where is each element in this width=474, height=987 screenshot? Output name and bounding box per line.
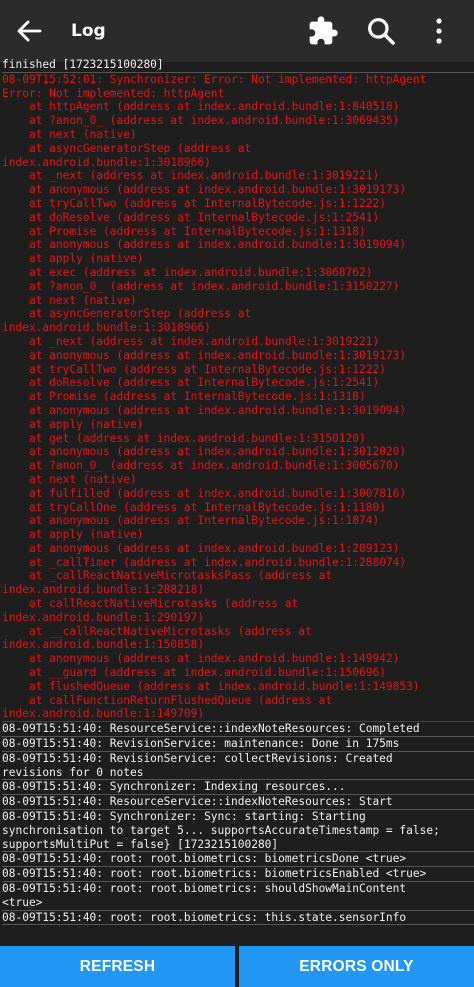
log-entry: 08-09T15:51:40: ResourceService::indexNo… [2,795,474,811]
arrow-left-icon [17,20,42,42]
log-entry: 08-09T15:51:40: root: root.biometrics: s… [2,882,474,911]
refresh-button[interactable]: REFRESH [0,946,235,987]
log-entry: 08-09T15:51:40: ResourceService::indexNo… [2,722,474,738]
puzzle-icon [309,16,338,45]
app-bar-actions [294,0,468,62]
log-entry-error: 08-09T15:52:01: Synchronizer: Error: Not… [2,73,474,723]
search-icon [368,18,395,45]
log-entry: 08-09T15:51:40: Synchronizer: Indexing r… [2,780,474,796]
back-button[interactable] [5,0,53,62]
app-bar: Log [0,0,474,62]
log-entry: 08-09T15:51:40: Synchronizer: Sync: star… [2,810,474,853]
page-title: Log [71,21,106,41]
log-entry: 08-09T15:51:40: root: root.biometrics: b… [2,867,474,883]
more-vertical-icon [436,18,442,44]
log-entry: 08-09T15:51:40: RevisionService: mainten… [2,737,474,752]
log-entry: finished [1723215100280] [2,58,474,73]
search-button[interactable] [352,0,410,62]
footer-buttons: REFRESH ERRORS ONLY [0,946,474,987]
log-list[interactable]: finished [1723215100280] 08-09T15:52:01:… [0,58,474,945]
log-entry: 08-09T15:51:40: root: root.biometrics: b… [2,852,474,868]
more-options-button[interactable] [410,0,468,62]
errors-only-button[interactable]: ERRORS ONLY [239,946,474,987]
log-entry: 08-09T15:51:40: RevisionService: collect… [2,752,474,781]
plugins-button[interactable] [294,0,352,62]
log-entry: 08-09T15:51:40: root: root.biometrics: t… [2,911,474,926]
